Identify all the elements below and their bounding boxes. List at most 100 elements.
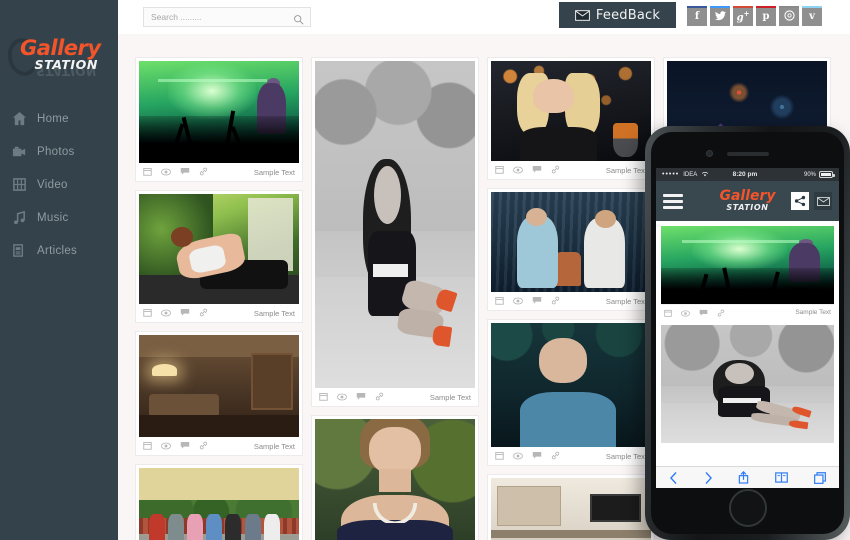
- top-bar: FeedBack f g+ p v: [118, 0, 850, 34]
- mobile-gallery-card[interactable]: [656, 320, 839, 443]
- link-icon[interactable]: [717, 304, 725, 322]
- calendar-icon[interactable]: [143, 304, 152, 322]
- comment-icon[interactable]: [532, 292, 542, 310]
- search-input[interactable]: [144, 8, 284, 26]
- caption-icons: [495, 161, 560, 179]
- comment-icon[interactable]: [180, 437, 190, 455]
- gallery-thumbnail[interactable]: [491, 323, 651, 447]
- eye-icon[interactable]: [513, 292, 523, 310]
- gallery-card[interactable]: Sample Text: [311, 57, 479, 407]
- signal-dots-icon: •••••: [662, 171, 680, 178]
- gallery-card[interactable]: Sample Text: [487, 188, 655, 311]
- social-facebook[interactable]: f: [687, 6, 707, 26]
- link-icon[interactable]: [199, 163, 208, 181]
- vimeo-icon: v: [809, 11, 815, 22]
- sidebar-item-articles[interactable]: Articles: [0, 234, 118, 267]
- envelope-icon[interactable]: [814, 192, 832, 210]
- gallery-thumbnail[interactable]: [491, 61, 651, 161]
- link-icon[interactable]: [199, 437, 208, 455]
- gallery-thumbnail[interactable]: [491, 478, 651, 540]
- sidebar-item-photos[interactable]: Photos: [0, 135, 118, 168]
- eye-icon[interactable]: [337, 388, 347, 406]
- eye-icon[interactable]: [513, 161, 523, 179]
- feedback-button[interactable]: FeedBack: [559, 2, 676, 28]
- social-vimeo[interactable]: v: [802, 6, 822, 26]
- mobile-thumbnail[interactable]: [661, 226, 834, 304]
- gallery-card[interactable]: Sample Text: [135, 57, 303, 182]
- gallery-thumbnail[interactable]: [491, 192, 651, 292]
- comment-icon[interactable]: [180, 163, 190, 181]
- gallery-card[interactable]: Sample Text: [135, 190, 303, 323]
- phone-screen: ••••• IDEA 8:20 pm 90% Gallery STATION S…: [656, 168, 839, 488]
- sidebar-label-music: Music: [37, 211, 69, 224]
- gallery-card[interactable]: Sample Text: [487, 57, 655, 180]
- forward-icon[interactable]: [704, 471, 713, 484]
- gallery-thumbnail[interactable]: [139, 468, 299, 540]
- social-googleplus[interactable]: g+: [733, 6, 753, 26]
- social-twitter[interactable]: [710, 6, 730, 26]
- social-dribbble[interactable]: [779, 6, 799, 26]
- calendar-icon[interactable]: [495, 161, 504, 179]
- sidebar-item-music[interactable]: Music: [0, 201, 118, 234]
- share-icon[interactable]: [791, 192, 809, 210]
- home-button[interactable]: [728, 489, 767, 527]
- hamburger-icon[interactable]: [663, 193, 683, 209]
- back-icon[interactable]: [669, 471, 678, 484]
- bookmarks-icon[interactable]: [775, 472, 789, 483]
- link-icon[interactable]: [551, 161, 560, 179]
- gallery-caption: Sample Text: [315, 388, 475, 406]
- gallery-thumbnail[interactable]: [139, 194, 299, 304]
- brand-logo[interactable]: Gallery STATION STATION: [4, 34, 118, 86]
- gallery-column-2: Sample Text: [311, 57, 479, 540]
- calendar-icon[interactable]: [319, 388, 328, 406]
- caption-text: Sample Text: [605, 451, 647, 461]
- gallery-thumbnail[interactable]: [139, 335, 299, 437]
- gallery-card[interactable]: Sample Text: [135, 331, 303, 456]
- gallery-card[interactable]: Sample Text: [135, 464, 303, 540]
- gallery-thumbnail[interactable]: [315, 61, 475, 388]
- calendar-icon[interactable]: [143, 437, 152, 455]
- earpiece-speaker: [726, 152, 769, 156]
- gallery-card[interactable]: Sample Text: [487, 319, 655, 466]
- caption-icons: [319, 388, 384, 406]
- clock-label: 8:20 pm: [732, 171, 758, 178]
- eye-icon[interactable]: [513, 447, 523, 465]
- eye-icon[interactable]: [161, 437, 171, 455]
- caption-text: Sample Text: [605, 296, 647, 306]
- comment-icon[interactable]: [356, 388, 366, 406]
- calendar-icon[interactable]: [495, 447, 504, 465]
- gallery-card[interactable]: Sample Text: [487, 474, 655, 540]
- mobile-brand-logo[interactable]: Gallery STATION: [719, 189, 775, 212]
- calendar-icon[interactable]: [664, 304, 672, 322]
- share-icon[interactable]: [738, 471, 749, 484]
- dribbble-icon: [783, 10, 795, 24]
- eye-icon[interactable]: [681, 304, 690, 322]
- eye-icon[interactable]: [161, 163, 171, 181]
- link-icon[interactable]: [551, 447, 560, 465]
- gallery-thumbnail[interactable]: [315, 419, 475, 540]
- link-icon[interactable]: [375, 388, 384, 406]
- brand-name: Gallery: [20, 36, 101, 60]
- eye-icon[interactable]: [161, 304, 171, 322]
- social-pinterest[interactable]: p: [756, 6, 776, 26]
- search-box[interactable]: [143, 7, 311, 27]
- calendar-icon[interactable]: [143, 163, 152, 181]
- sidebar-item-video[interactable]: Video: [0, 168, 118, 201]
- caption-text: Sample Text: [253, 308, 295, 318]
- gallery-thumbnail[interactable]: [139, 61, 299, 163]
- search-icon[interactable]: [293, 12, 304, 30]
- mobile-gallery-card[interactable]: Sample Text: [656, 221, 839, 320]
- comment-icon[interactable]: [180, 304, 190, 322]
- tabs-icon[interactable]: [814, 471, 827, 484]
- mobile-gallery: Sample Text: [656, 221, 839, 443]
- mobile-thumbnail[interactable]: [661, 325, 834, 443]
- sidebar-item-home[interactable]: Home: [0, 102, 118, 135]
- comment-icon[interactable]: [532, 161, 542, 179]
- link-icon[interactable]: [551, 292, 560, 310]
- link-icon[interactable]: [199, 304, 208, 322]
- calendar-icon[interactable]: [495, 292, 504, 310]
- caption-icons: [495, 292, 560, 310]
- comment-icon[interactable]: [532, 447, 542, 465]
- gallery-card[interactable]: Sample Text: [311, 415, 479, 540]
- comment-icon[interactable]: [699, 304, 708, 322]
